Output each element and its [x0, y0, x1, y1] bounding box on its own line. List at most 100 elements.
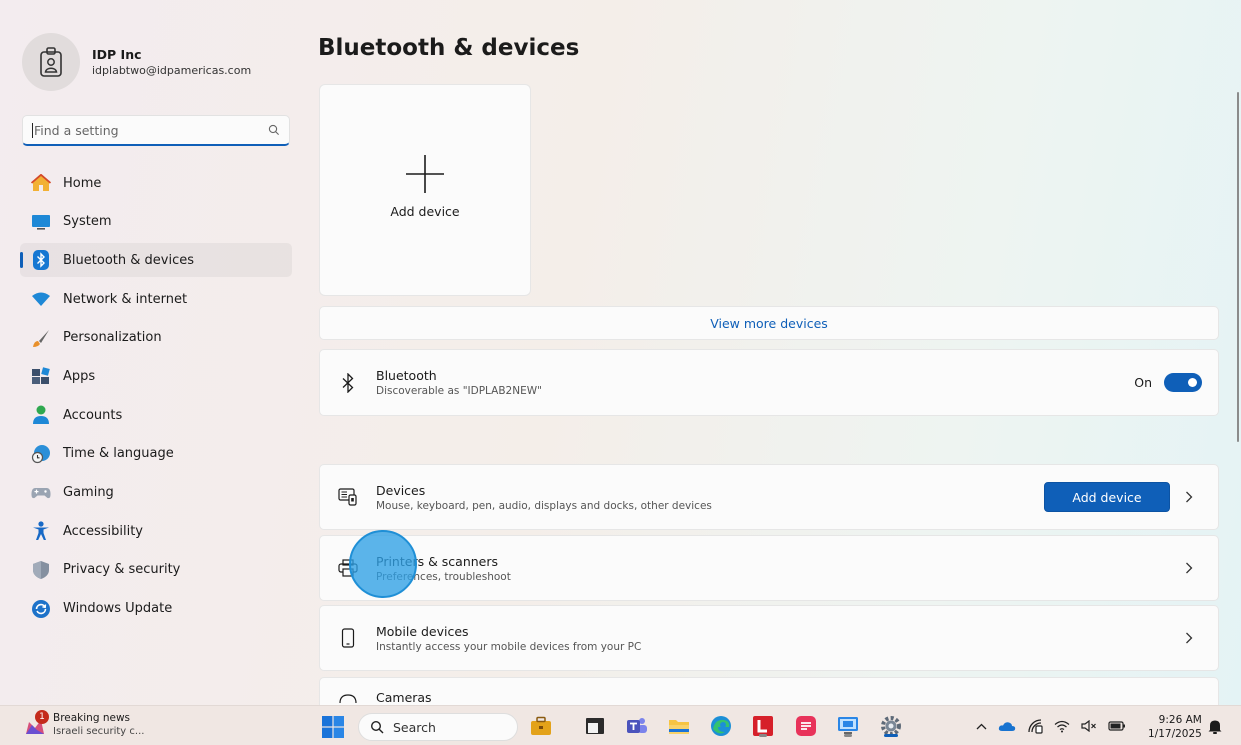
- search-input[interactable]: [34, 122, 268, 138]
- profile-name: IDP Inc: [92, 47, 142, 62]
- system-clock[interactable]: 9:26 AM 1/17/2025: [1148, 713, 1202, 741]
- sidebar-item-label: Gaming: [63, 485, 114, 500]
- bluetooth-icon: [337, 372, 359, 394]
- phone-icon: [337, 627, 359, 649]
- sidebar-item-bluetooth-devices[interactable]: Bluetooth & devices: [20, 243, 292, 278]
- sidebar-item-network[interactable]: Network & internet: [20, 282, 292, 316]
- taskbar: 1 Breaking news Israeli security c... Se…: [0, 705, 1241, 745]
- system-icon: [31, 212, 51, 232]
- profile-email: idplabtwo@idpamericas.com: [92, 64, 252, 77]
- printers-subtitle: Preferences, troubleshoot: [376, 570, 511, 583]
- sidebar-item-windows-update[interactable]: Windows Update: [20, 592, 292, 626]
- update-icon: [31, 599, 51, 619]
- sidebar-item-label: Time & language: [63, 446, 174, 462]
- plus-icon: [406, 154, 444, 193]
- accessibility-icon: [31, 521, 51, 541]
- sidebar-item-accessibility[interactable]: Accessibility: [20, 514, 292, 548]
- page-title: Bluetooth & devices: [318, 35, 580, 61]
- file-explorer-icon[interactable]: [667, 714, 691, 738]
- sidebar-item-personalization[interactable]: Personalization: [20, 321, 292, 355]
- add-device-tile[interactable]: Add device: [319, 84, 531, 296]
- bluetooth-icon: [31, 250, 51, 271]
- home-icon: [31, 173, 51, 193]
- wifi-status-icon[interactable]: [1054, 720, 1070, 733]
- bluetooth-toggle[interactable]: [1164, 373, 1202, 392]
- main-scrollbar[interactable]: [1237, 92, 1239, 442]
- battery-charging-icon[interactable]: [1108, 720, 1126, 732]
- sidebar-item-accounts[interactable]: Accounts: [20, 398, 292, 432]
- start-button[interactable]: [322, 716, 344, 742]
- sidebar-item-label: Bluetooth & devices: [63, 252, 194, 268]
- sidebar-item-home[interactable]: Home: [20, 166, 292, 200]
- user-profile[interactable]: IDP Inc idplabtwo@idpamericas.com: [22, 33, 251, 91]
- cameras-title: Cameras: [376, 690, 432, 705]
- teams-app-icon[interactable]: [625, 714, 649, 738]
- bluetooth-subtitle: Discoverable as "IDPLAB2NEW": [376, 385, 542, 397]
- gamepad-icon: [31, 483, 51, 503]
- settings-search[interactable]: [22, 115, 290, 146]
- brush-icon: [31, 328, 51, 348]
- devices-subtitle: Mouse, keyboard, pen, audio, displays an…: [376, 499, 712, 512]
- click-indicator: [349, 530, 417, 598]
- shield-icon: [31, 560, 51, 580]
- chevron-up-icon[interactable]: [976, 723, 987, 730]
- news-title: Breaking news: [53, 712, 131, 724]
- running-indicator: [759, 734, 767, 737]
- taskbar-search[interactable]: Search: [358, 713, 518, 741]
- sidebar-item-time-language[interactable]: Time & language: [20, 437, 292, 471]
- accounts-icon: [31, 405, 51, 425]
- clock-date: 1/17/2025: [1148, 728, 1202, 740]
- running-indicator: [844, 734, 852, 737]
- chevron-right-icon[interactable]: [1174, 491, 1204, 503]
- onedrive-icon[interactable]: [998, 721, 1016, 732]
- bluetooth-card: Bluetooth Discoverable as "IDPLAB2NEW" O…: [319, 349, 1219, 416]
- sidebar-item-system[interactable]: System: [20, 205, 292, 239]
- edge-browser-icon[interactable]: [709, 714, 733, 738]
- notification-bell-icon[interactable]: [1208, 719, 1222, 738]
- l-app-icon[interactable]: [751, 714, 775, 738]
- sidebar-item-label: Personalization: [63, 330, 162, 346]
- settings-sidebar: IDP Inc idplabtwo@idpamericas.com Home S…: [0, 0, 300, 705]
- sidebar-item-label: Windows Update: [63, 601, 173, 617]
- search-icon: [370, 720, 384, 734]
- bluetooth-title: Bluetooth: [376, 368, 437, 383]
- devices-title: Devices: [376, 482, 426, 498]
- bluetooth-toggle-group[interactable]: On: [1134, 373, 1202, 392]
- chevron-right-icon[interactable]: [1174, 562, 1204, 574]
- sidebar-item-label: Apps: [63, 368, 96, 384]
- sidebar-item-label: Accessibility: [63, 523, 143, 539]
- mobile-title: Mobile devices: [376, 623, 469, 639]
- briefcase-app-icon[interactable]: [529, 714, 553, 738]
- volume-muted-icon[interactable]: [1081, 720, 1097, 732]
- active-app-indicator: [884, 734, 898, 737]
- sidebar-item-apps[interactable]: Apps: [20, 359, 292, 393]
- windows-logo-icon: [322, 716, 344, 738]
- red-app-icon[interactable]: [794, 714, 818, 738]
- chevron-right-icon[interactable]: [1174, 632, 1204, 644]
- clock-time: 9:26 AM: [1158, 714, 1202, 726]
- remote-desktop-icon[interactable]: [836, 714, 860, 738]
- phone-link-icon[interactable]: [1027, 718, 1043, 734]
- text-cursor: [32, 122, 33, 138]
- view-more-devices-link[interactable]: View more devices: [319, 306, 1219, 340]
- news-widget[interactable]: 1 Breaking news Israeli security c...: [24, 710, 144, 738]
- mobile-subtitle: Instantly access your mobile devices fro…: [376, 640, 642, 653]
- sidebar-item-label: Home: [63, 175, 102, 191]
- terminal-app-icon[interactable]: [583, 714, 607, 738]
- sidebar-item-label: Network & internet: [63, 291, 188, 307]
- wifi-icon: [31, 289, 51, 309]
- avatar: [22, 33, 80, 91]
- devices-card[interactable]: Devices Mouse, keyboard, pen, audio, dis…: [319, 464, 1219, 530]
- add-device-button[interactable]: Add device: [1044, 482, 1170, 512]
- sidebar-item-label: Accounts: [63, 407, 123, 423]
- sidebar-item-privacy-security[interactable]: Privacy & security: [20, 553, 292, 587]
- id-badge-icon: [40, 47, 62, 77]
- settings-nav: Home System Bluetooth & devices Network …: [20, 166, 292, 630]
- printers-title: Printers & scanners: [376, 553, 499, 569]
- sidebar-item-gaming[interactable]: Gaming: [20, 476, 292, 510]
- bluetooth-state-label: On: [1134, 375, 1152, 390]
- printers-scanners-card[interactable]: Printers & scanners Preferences, trouble…: [319, 535, 1219, 601]
- search-icon[interactable]: [268, 124, 280, 136]
- settings-app-icon[interactable]: [879, 714, 903, 738]
- mobile-devices-card[interactable]: Mobile devices Instantly access your mob…: [319, 605, 1219, 671]
